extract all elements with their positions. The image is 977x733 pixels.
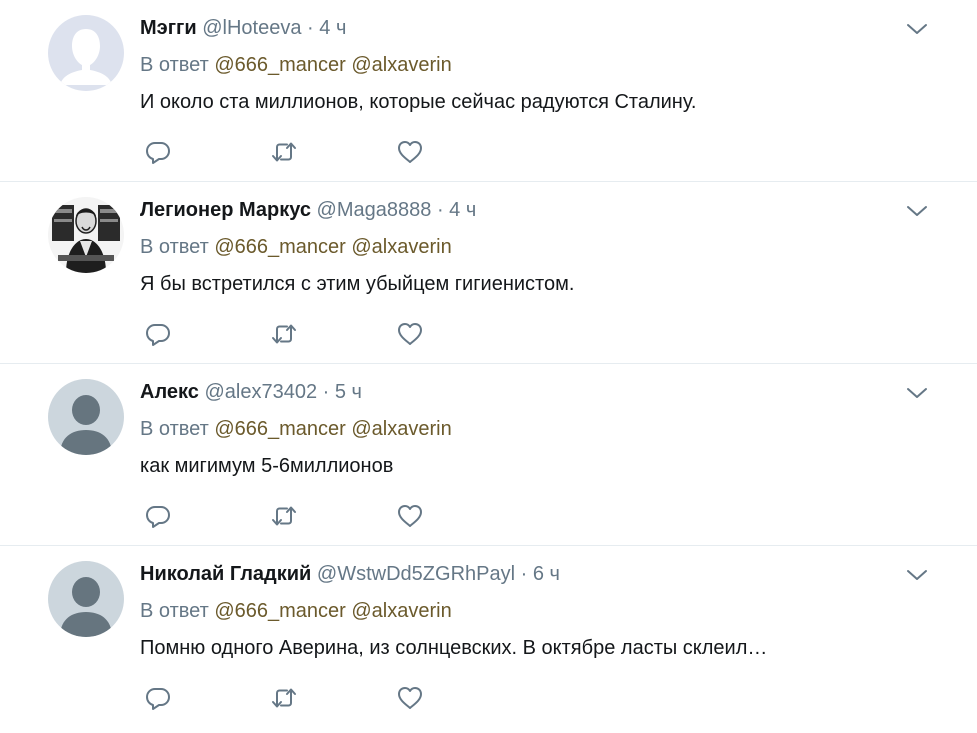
tweet-feed: Мэгги @lHoteeva · 4 ч В ответ @666_mance… [0,0,977,731]
like-icon[interactable] [396,502,424,530]
timestamp[interactable]: 4 ч [319,17,346,39]
mention-link[interactable]: @666_mancer [214,236,345,258]
avatar[interactable] [48,561,124,637]
separator: · [436,199,444,221]
mention-link[interactable]: @alxaverin [351,54,451,76]
timestamp[interactable]: 6 ч [533,563,560,585]
reply-prefix: В ответ [140,54,209,76]
reply-context: В ответ @666_mancer @alxaverin [140,51,452,79]
tweet[interactable]: Легионер Маркус @Maga8888 · 4 ч В ответ … [0,182,977,364]
user-name[interactable]: Алекс [140,381,199,403]
reply-context: В ответ @666_mancer @alxaverin [140,597,452,625]
avatar[interactable] [48,379,124,455]
tweet[interactable]: Николай Гладкий @WstwDd5ZGRhPayl · 6 ч В… [0,546,977,731]
retweet-icon[interactable] [270,138,298,166]
chevron-down-icon[interactable] [905,384,929,402]
user-name[interactable]: Легионер Маркус [140,199,311,221]
user-handle[interactable]: @WstwDd5ZGRhPayl [317,563,515,585]
timestamp[interactable]: 4 ч [449,199,476,221]
like-icon[interactable] [396,320,424,348]
timestamp[interactable]: 5 ч [335,381,362,403]
user-name[interactable]: Николай Гладкий [140,563,311,585]
retweet-icon[interactable] [270,320,298,348]
like-icon[interactable] [396,684,424,712]
separator: · [520,563,528,585]
tweet[interactable]: Алекс @alex73402 · 5 ч В ответ @666_manc… [0,364,977,546]
chevron-down-icon[interactable] [905,566,929,584]
reply-context: В ответ @666_mancer @alxaverin [140,415,452,443]
separator: · [322,381,330,403]
tweet-text: И около ста миллионов, которые сейчас ра… [140,91,697,113]
reply-prefix: В ответ [140,236,209,258]
tweet-actions [144,684,444,712]
tweet-text: как мигимум 5-6миллионов [140,455,394,477]
like-icon[interactable] [396,138,424,166]
tweet-header: Мэгги @lHoteeva · 4 ч [140,14,346,42]
tweet[interactable]: Мэгги @lHoteeva · 4 ч В ответ @666_mance… [0,0,977,182]
photo-avatar-icon [48,197,124,273]
tweet-text: Помню одного Аверина, из солнцевских. В … [140,637,768,659]
tweet-text: Я бы встретился с этим убыйцем гигиенист… [140,273,575,295]
user-handle[interactable]: @Maga8888 [317,199,432,221]
default-avatar-icon [48,561,124,637]
reply-icon[interactable] [144,684,172,712]
default-egg-avatar-icon [48,15,124,91]
tweet-header: Николай Гладкий @WstwDd5ZGRhPayl · 6 ч [140,560,560,588]
user-handle[interactable]: @alex73402 [204,381,317,403]
separator: · [307,17,314,39]
reply-icon[interactable] [144,138,172,166]
avatar[interactable] [48,15,124,91]
mention-link[interactable]: @666_mancer [214,600,345,622]
reply-icon[interactable] [144,502,172,530]
tweet-header: Легионер Маркус @Maga8888 · 4 ч [140,196,476,224]
mention-link[interactable]: @alxaverin [351,600,451,622]
reply-context: В ответ @666_mancer @alxaverin [140,233,452,261]
mention-link[interactable]: @666_mancer [214,54,345,76]
chevron-down-icon[interactable] [905,202,929,220]
tweet-header: Алекс @alex73402 · 5 ч [140,378,362,406]
default-avatar-icon [48,379,124,455]
mention-link[interactable]: @alxaverin [351,236,451,258]
tweet-actions [144,138,444,166]
user-name[interactable]: Мэгги [140,17,197,39]
user-handle[interactable]: @lHoteeva [202,17,301,39]
mention-link[interactable]: @666_mancer [214,418,345,440]
mention-link[interactable]: @alxaverin [351,418,451,440]
tweet-actions [144,320,444,348]
reply-prefix: В ответ [140,600,209,622]
reply-icon[interactable] [144,320,172,348]
retweet-icon[interactable] [270,502,298,530]
avatar[interactable] [48,197,124,273]
chevron-down-icon[interactable] [905,20,929,38]
tweet-actions [144,502,444,530]
reply-prefix: В ответ [140,418,209,440]
retweet-icon[interactable] [270,684,298,712]
